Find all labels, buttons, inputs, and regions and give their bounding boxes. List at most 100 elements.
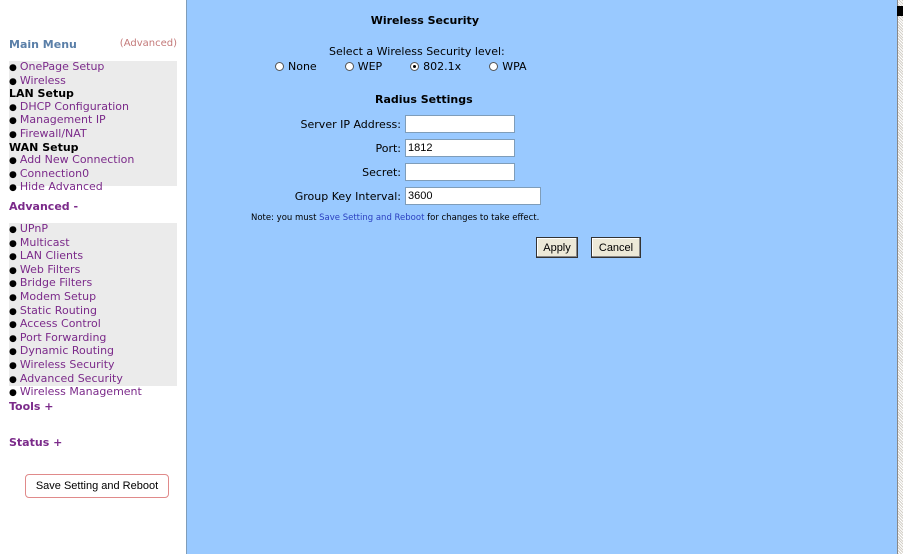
sidebar-item[interactable]: ● Connection0: [9, 167, 177, 182]
advanced-menu-link[interactable]: LAN Clients: [20, 249, 83, 262]
apply-button[interactable]: Apply: [536, 237, 578, 258]
bullet-icon: ●: [9, 225, 17, 235]
advanced-menu-link[interactable]: UPnP: [20, 222, 48, 235]
sidebar-item[interactable]: ● Firewall/NAT: [9, 127, 177, 142]
note-save-reboot-link[interactable]: Save Setting and Reboot: [319, 213, 424, 223]
sidebar-item-link[interactable]: Connection0: [20, 167, 89, 180]
advanced-menu-item[interactable]: ● LAN Clients: [9, 249, 177, 264]
bullet-icon: ●: [9, 238, 17, 249]
advanced-menu-list: ● UPnP ● Multicast ● LAN Clients ● Web Filters ●…: [9, 222, 177, 400]
advanced-menu-item[interactable]: ● Bridge Filters: [9, 277, 177, 291]
security-level-option[interactable]: WPA: [489, 60, 527, 73]
sidebar-item-link[interactable]: Wireless: [20, 74, 66, 87]
radio-button[interactable]: [489, 62, 499, 71]
advanced-menu-item[interactable]: ● Advanced Security: [9, 372, 177, 387]
advanced-menu-link[interactable]: Access Control: [20, 317, 101, 330]
bullet-icon: ●: [9, 129, 17, 140]
bullet-icon: ●: [9, 63, 17, 73]
security-level-radio-group: None WEP 802.1x WPA: [275, 60, 527, 73]
advanced-menu-link[interactable]: Static Routing: [20, 304, 97, 317]
advanced-menu-item[interactable]: ● Web Filters: [9, 263, 177, 278]
group-key-label: Group Key Interval:: [294, 189, 401, 203]
note-prefix: Note: you must: [251, 213, 320, 223]
advanced-menu-item[interactable]: ● Access Control: [9, 317, 177, 332]
security-level-option[interactable]: WEP: [344, 60, 382, 73]
sidebar-item-link[interactable]: Add New Connection: [20, 153, 135, 166]
server-ip-label: Server IP Address:: [300, 117, 401, 131]
advanced-menu-link[interactable]: Dynamic Routing: [20, 344, 114, 358]
advanced-menu-link[interactable]: Bridge Filters: [20, 276, 92, 290]
bullet-icon: ●: [9, 183, 17, 194]
sidebar-item[interactable]: ● Add New Connection: [9, 153, 177, 168]
group-key-row: Group Key Interval: 3600: [200, 187, 541, 205]
sidebar: Main Menu (Advanced) ● OnePage Setup ● Wire…: [0, 0, 187, 554]
radio-button[interactable]: [275, 62, 284, 71]
sidebar-item-link[interactable]: OnePage Setup: [20, 60, 105, 73]
security-level-option[interactable]: 802.1x: [410, 60, 461, 73]
sidebar-item[interactable]: ● OnePage Setup: [9, 60, 177, 75]
main-menu-header: Main Menu (Advanced): [9, 38, 177, 52]
secret-label: Secret:: [362, 165, 401, 179]
main-menu-title: Main Menu: [9, 38, 77, 51]
advanced-menu-link[interactable]: Modem Setup: [20, 290, 96, 303]
tools-section-title[interactable]: Tools +: [9, 400, 54, 413]
advanced-menu-link[interactable]: Multicast: [20, 236, 70, 249]
radio-button[interactable]: [344, 62, 354, 71]
radius-settings-heading: Radius Settings: [375, 93, 473, 106]
advanced-menu-link[interactable]: Wireless Management: [20, 385, 142, 398]
advanced-menu-item[interactable]: ● Modem Setup: [9, 290, 177, 305]
main-content: [187, 0, 897, 554]
advanced-menu-link[interactable]: Wireless Security: [20, 358, 115, 371]
advanced-menu-item[interactable]: ● UPnP: [9, 222, 177, 237]
sidebar-item[interactable]: ● Hide Advanced: [9, 181, 177, 195]
secret-input[interactable]: [405, 163, 515, 181]
advanced-menu-block: ● UPnP ● Multicast ● LAN Clients ● Web Filters ●…: [9, 222, 177, 398]
note-text: Note: you must Save Setting and Reboot f…: [251, 213, 539, 223]
security-level-option[interactable]: None: [275, 60, 317, 73]
page-title: Wireless Security: [370, 14, 479, 27]
port-label: Port:: [375, 141, 401, 155]
main-menu-list: ● OnePage Setup ● Wireless LAN Setup ● DHCP Co…: [9, 60, 177, 195]
vertical-scrollbar[interactable]: [897, 0, 903, 554]
advanced-menu-item[interactable]: ● Static Routing: [9, 304, 177, 319]
security-level-label: 802.1x: [423, 60, 462, 73]
sidebar-item-link[interactable]: DHCP Configuration: [20, 100, 129, 113]
advanced-menu-item[interactable]: ● Port Forwarding: [9, 331, 177, 346]
security-level-label: Select a Wireless Security level:: [329, 45, 505, 58]
port-row: Port: 1812: [200, 139, 515, 157]
group-key-input[interactable]: 3600: [405, 187, 541, 205]
cancel-button[interactable]: Cancel: [591, 237, 641, 258]
bullet-icon: ●: [9, 333, 17, 344]
security-level-label: WPA: [502, 60, 527, 73]
status-section-title[interactable]: Status +: [9, 436, 62, 449]
sidebar-item[interactable]: ● Management IP: [9, 114, 177, 128]
server-ip-input[interactable]: [405, 115, 515, 133]
bullet-icon: ●: [9, 76, 17, 87]
advanced-section-title[interactable]: Advanced -: [9, 200, 78, 213]
advanced-menu-item[interactable]: ● Dynamic Routing: [9, 345, 177, 359]
bullet-icon: ●: [9, 374, 17, 385]
advanced-toggle-link[interactable]: (Advanced): [120, 38, 177, 49]
scroll-up-arrow-icon[interactable]: [897, 6, 903, 16]
sidebar-item-link[interactable]: Management IP: [20, 113, 106, 127]
bullet-icon: ●: [9, 347, 17, 358]
bullet-icon: ●: [9, 388, 17, 399]
advanced-menu-link[interactable]: Advanced Security: [20, 372, 123, 385]
sidebar-item[interactable]: ● Wireless: [9, 74, 177, 89]
advanced-menu-link[interactable]: Web Filters: [20, 263, 80, 276]
note-suffix: for changes to take effect.: [424, 213, 540, 223]
bullet-icon: ●: [9, 320, 17, 331]
port-input[interactable]: 1812: [405, 139, 515, 157]
sidebar-item[interactable]: ● DHCP Configuration: [9, 100, 177, 115]
bullet-icon: ●: [9, 252, 17, 263]
sidebar-item-link[interactable]: Hide Advanced: [20, 180, 103, 194]
secret-row: Secret:: [200, 163, 515, 181]
advanced-menu-link[interactable]: Port Forwarding: [20, 331, 107, 344]
advanced-menu-item[interactable]: ● Multicast: [9, 236, 177, 251]
sidebar-item-link[interactable]: Firewall/NAT: [20, 127, 87, 140]
advanced-menu-item[interactable]: ● Wireless Management: [9, 385, 177, 400]
save-setting-reboot-button[interactable]: Save Setting and Reboot: [25, 474, 169, 498]
advanced-menu-item[interactable]: ● Wireless Security: [9, 358, 177, 373]
bullet-icon: ●: [9, 306, 17, 317]
radio-button[interactable]: [410, 62, 420, 71]
